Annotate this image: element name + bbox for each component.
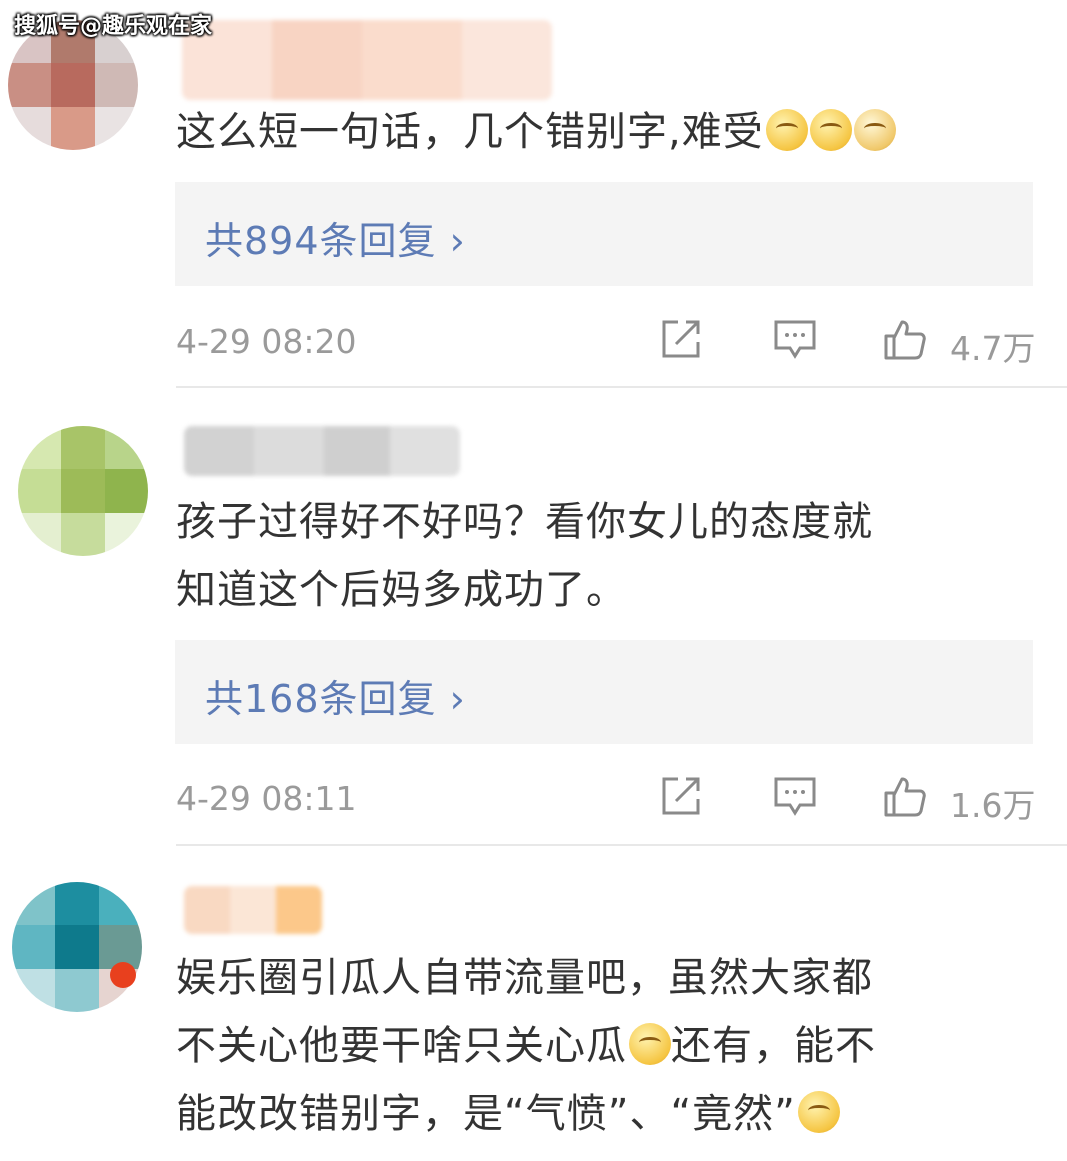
face-icon <box>809 109 852 151</box>
comment-text-segment: 不关心他要干啥只关心瓜 <box>176 1023 627 1069</box>
username-blurred[interactable] <box>184 886 322 934</box>
comment-icon[interactable] <box>772 316 818 362</box>
comment-text-line: 娱乐圈引瓜人自带流量吧，虽然大家都 <box>176 955 873 1001</box>
watermark: 搜狐号@趣乐观在家 <box>14 14 213 39</box>
like-count: 4.7万 <box>950 329 1036 368</box>
comment-text-content: 这么短一句话，几个错别字,难受 <box>176 109 764 155</box>
divider <box>176 386 1067 388</box>
face-icon <box>765 109 808 151</box>
share-icon[interactable] <box>658 316 704 362</box>
comment-text-line: 孩子过得好不好吗？看你女儿的态度就 <box>176 499 873 545</box>
doge-icon <box>853 109 896 151</box>
laugh-cry-icon <box>629 1023 671 1065</box>
comment-text: 孩子过得好不好吗？看你女儿的态度就 知道这个后妈多成功了。 <box>176 488 1026 624</box>
replies-link[interactable]: 共894条回复 › <box>175 182 1033 286</box>
replies-link[interactable]: 共168条回复 › <box>175 640 1033 744</box>
comment-text-segment: 能改改错别字，是“气愤”、“竟然” <box>176 1091 796 1137</box>
divider <box>176 844 1067 846</box>
comment-text-segment: 还有，能不 <box>671 1023 876 1069</box>
comment-text-line: 知道这个后妈多成功了。 <box>176 567 627 613</box>
avatar[interactable] <box>12 882 142 1012</box>
thumbs-up-icon[interactable] <box>882 773 928 819</box>
comment-text: 娱乐圈引瓜人自带流量吧，虽然大家都 不关心他要干啥只关心瓜 还有，能不 能改改错别… <box>176 944 1026 1148</box>
replies-label: 共168条回复 › <box>205 677 466 721</box>
share-icon[interactable] <box>658 773 704 819</box>
timestamp: 4-29 08:11 <box>176 779 357 818</box>
verified-badge <box>110 962 136 988</box>
like-count: 1.6万 <box>950 786 1036 825</box>
comment-text-line: 不关心他要干啥只关心瓜 还有，能不 <box>176 1012 1026 1080</box>
comment-text: 这么短一句话，几个错别字,难受 <box>176 98 1026 166</box>
timestamp: 4-29 08:20 <box>176 322 357 361</box>
comment-meta: 4-29 08:20 4.7万 <box>176 316 1036 368</box>
comment-icon[interactable] <box>772 773 818 819</box>
avatar[interactable] <box>18 426 148 556</box>
thumbs-up-icon[interactable] <box>882 316 928 362</box>
replies-label: 共894条回复 › <box>205 219 466 263</box>
comment-meta: 4-29 08:11 1.6万 <box>176 773 1036 825</box>
comment-text-line: 能改改错别字，是“气愤”、“竟然” <box>176 1080 1026 1148</box>
username-blurred[interactable] <box>182 20 552 100</box>
sweat-icon <box>797 1091 840 1133</box>
username-blurred[interactable] <box>184 426 460 476</box>
